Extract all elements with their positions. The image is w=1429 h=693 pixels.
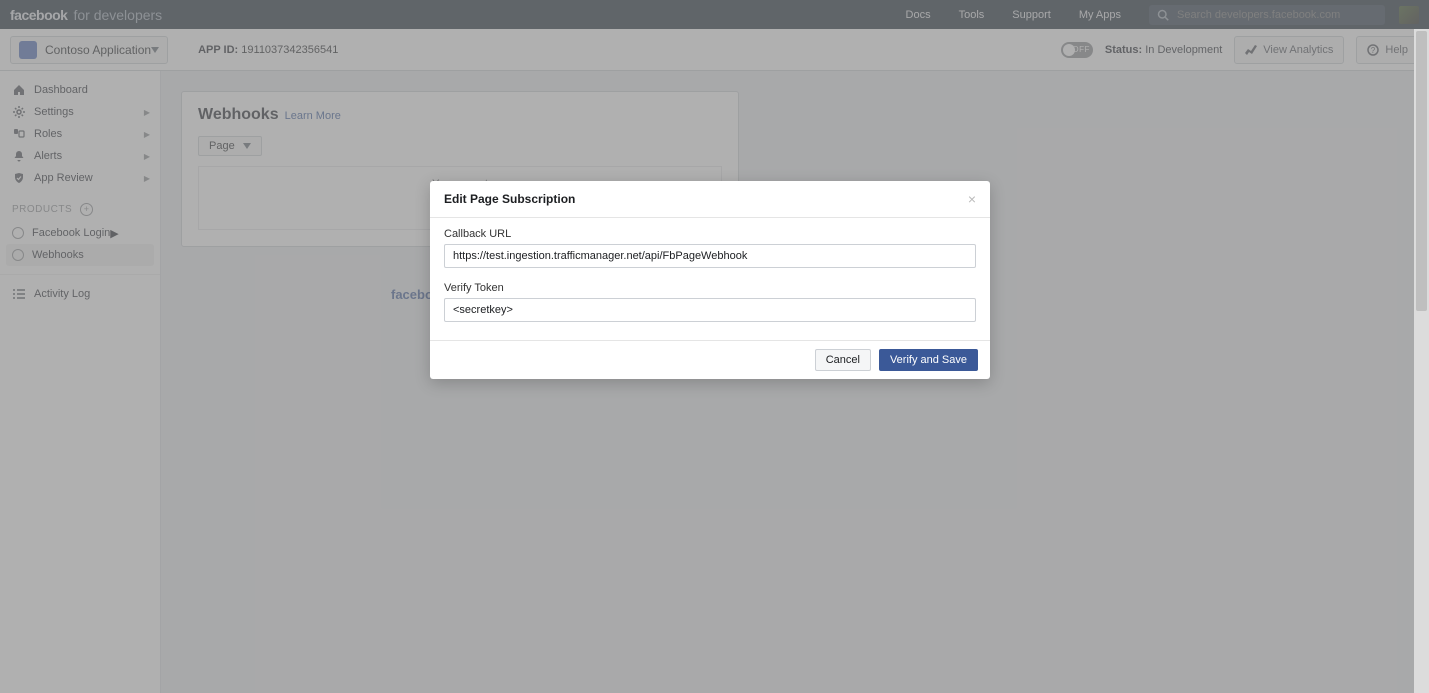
callback-url-label: Callback URL (444, 228, 976, 240)
vertical-scrollbar[interactable] (1414, 29, 1429, 693)
verify-token-input[interactable] (444, 298, 976, 322)
modal-header: Edit Page Subscription × (430, 181, 990, 218)
callback-url-input[interactable] (444, 244, 976, 268)
verify-token-label: Verify Token (444, 282, 976, 294)
modal-title: Edit Page Subscription (444, 192, 575, 206)
modal-footer: Cancel Verify and Save (430, 340, 990, 379)
verify-and-save-button[interactable]: Verify and Save (879, 349, 978, 371)
modal-body: Callback URL Verify Token (430, 218, 990, 340)
edit-page-subscription-modal: Edit Page Subscription × Callback URL Ve… (430, 181, 990, 379)
close-icon[interactable]: × (968, 191, 976, 207)
cancel-button[interactable]: Cancel (815, 349, 871, 371)
